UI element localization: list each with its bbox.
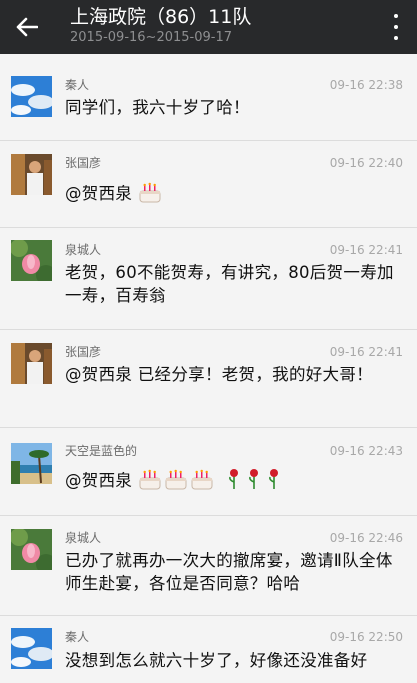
birthday-cake-icon — [164, 468, 188, 496]
message-time: 09-16 22:50 — [329, 630, 403, 644]
lotus-avatar[interactable] — [11, 240, 52, 281]
message-time: 09-16 22:40 — [329, 156, 403, 170]
sky-clouds-avatar[interactable] — [11, 76, 52, 117]
message-list: 秦人 09-16 22:38 同学们，我六十岁了哈！ 张国彦 09-16 22:… — [0, 54, 417, 683]
list-item[interactable]: 泉城人 09-16 22:46 已办了就再办一次大的撤席宴，邀请Ⅱ队全体师生赴宴… — [0, 516, 417, 616]
message-text: 老贺，60不能贺寿，有讲究，80后贺一寿加一寿，百寿翁 — [65, 263, 394, 305]
chat-title: 上海政院（86）11队 — [70, 6, 252, 28]
back-arrow-icon[interactable] — [12, 13, 42, 41]
message-time: 09-16 22:41 — [329, 345, 403, 359]
date-range: 2015-09-16~2015-09-17 — [70, 30, 232, 45]
sender-name: 泉城人 — [65, 243, 102, 257]
list-item[interactable]: 秦人 09-16 22:50 没想到怎么就六十岁了，好像还没准备好 — [0, 616, 417, 683]
list-item[interactable]: 泉城人 09-16 22:41 老贺，60不能贺寿，有讲究，80后贺一寿加一寿，… — [0, 228, 417, 330]
message-text-content: @贺西泉 — [65, 184, 133, 203]
rose-icon — [227, 468, 241, 496]
list-item[interactable]: 张国彦 09-16 22:40 @贺西泉 — [0, 141, 417, 228]
list-item[interactable]: 张国彦 09-16 22:41 @贺西泉 已经分享！老贺，我的好大哥！ — [0, 330, 417, 428]
beach-palm-avatar[interactable] — [11, 443, 52, 484]
birthday-cake-icon — [138, 181, 162, 209]
man-portrait-avatar[interactable] — [11, 154, 52, 195]
header-titles: 上海政院（86）11队 2015-09-16~2015-09-17 — [70, 5, 367, 47]
rose-icon — [267, 468, 281, 496]
sender-name: 泉城人 — [65, 531, 102, 545]
message-text: 已办了就再办一次大的撤席宴，邀请Ⅱ队全体师生赴宴，各位是否同意？哈哈 — [65, 551, 393, 593]
sender-name: 张国彦 — [65, 156, 102, 170]
man-portrait-avatar[interactable] — [11, 343, 52, 384]
message-time: 09-16 22:41 — [329, 243, 403, 257]
message-text: @贺西泉 已经分享！老贺，我的好大哥！ — [65, 365, 373, 384]
message-time: 09-16 22:46 — [329, 531, 403, 545]
message-text: @贺西泉 — [65, 181, 403, 209]
sender-name: 秦人 — [65, 78, 90, 92]
list-item[interactable]: 天空是蓝色的 09-16 22:43 @贺西泉 — [0, 428, 417, 516]
sender-name: 秦人 — [65, 630, 90, 644]
message-text: 没想到怎么就六十岁了，好像还没准备好 — [65, 651, 368, 670]
rose-icon — [247, 468, 261, 496]
sender-name: 天空是蓝色的 — [65, 444, 138, 458]
message-text: 同学们，我六十岁了哈！ — [65, 98, 250, 117]
message-text: @贺西泉 — [65, 468, 403, 496]
list-item[interactable]: 秦人 09-16 22:38 同学们，我六十岁了哈！ — [0, 54, 417, 141]
sky-clouds-avatar[interactable] — [11, 628, 52, 669]
sender-name: 张国彦 — [65, 345, 102, 359]
more-menu-icon[interactable] — [391, 14, 401, 40]
birthday-cake-icon — [190, 468, 214, 496]
chat-header: 上海政院（86）11队 2015-09-16~2015-09-17 — [0, 0, 417, 54]
lotus-avatar[interactable] — [11, 529, 52, 570]
birthday-cake-icon — [138, 468, 162, 496]
message-time: 09-16 22:38 — [329, 78, 403, 92]
message-time: 09-16 22:43 — [329, 444, 403, 458]
message-text-content: @贺西泉 — [65, 471, 133, 490]
